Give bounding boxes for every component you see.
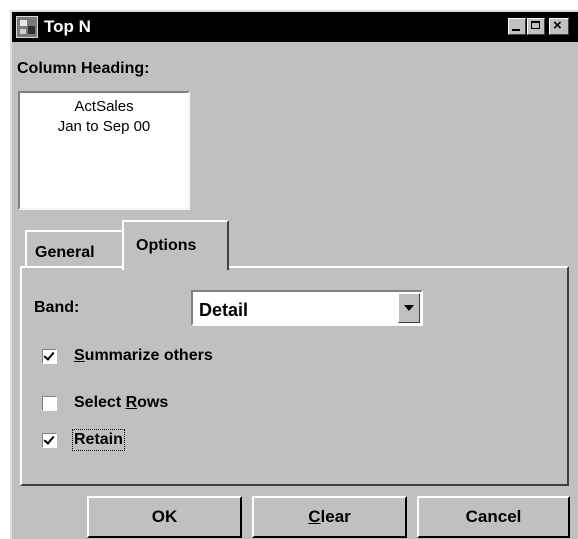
minimize-button[interactable]: [508, 18, 526, 35]
top-n-dialog: Top N × Column Heading: ActSales Jan to …: [10, 10, 578, 539]
close-button[interactable]: ×: [549, 17, 569, 35]
tab-general[interactable]: General: [25, 230, 124, 268]
maximize-button[interactable]: [527, 18, 545, 35]
column-heading-textbox[interactable]: ActSales Jan to Sep 00: [18, 91, 190, 210]
clear-button[interactable]: Clear: [252, 496, 407, 538]
title-bar[interactable]: Top N ×: [12, 12, 578, 42]
retain-label: Retain: [72, 429, 125, 451]
column-heading-label: Column Heading:: [17, 60, 150, 77]
app-icon[interactable]: [16, 16, 38, 38]
band-value: Detail: [199, 300, 249, 320]
chevron-down-icon[interactable]: [398, 293, 420, 323]
select-rows-checkbox[interactable]: [42, 396, 57, 411]
ok-button[interactable]: OK: [87, 496, 242, 538]
heading-line-2: Jan to Sep 00: [57, 118, 151, 135]
band-select[interactable]: Detail: [191, 290, 423, 326]
tab-options[interactable]: Options: [122, 220, 229, 270]
select-rows-label: Select Rows: [74, 394, 169, 411]
window-title: Top N: [44, 17, 91, 36]
band-label: Band:: [34, 299, 80, 316]
close-icon: ×: [553, 17, 562, 34]
heading-line-1: ActSales: [74, 98, 134, 115]
summarize-others-label: Summarize others: [74, 347, 213, 364]
cancel-button[interactable]: Cancel: [417, 496, 570, 538]
retain-checkbox[interactable]: [42, 433, 57, 448]
summarize-others-checkbox[interactable]: [42, 349, 57, 364]
